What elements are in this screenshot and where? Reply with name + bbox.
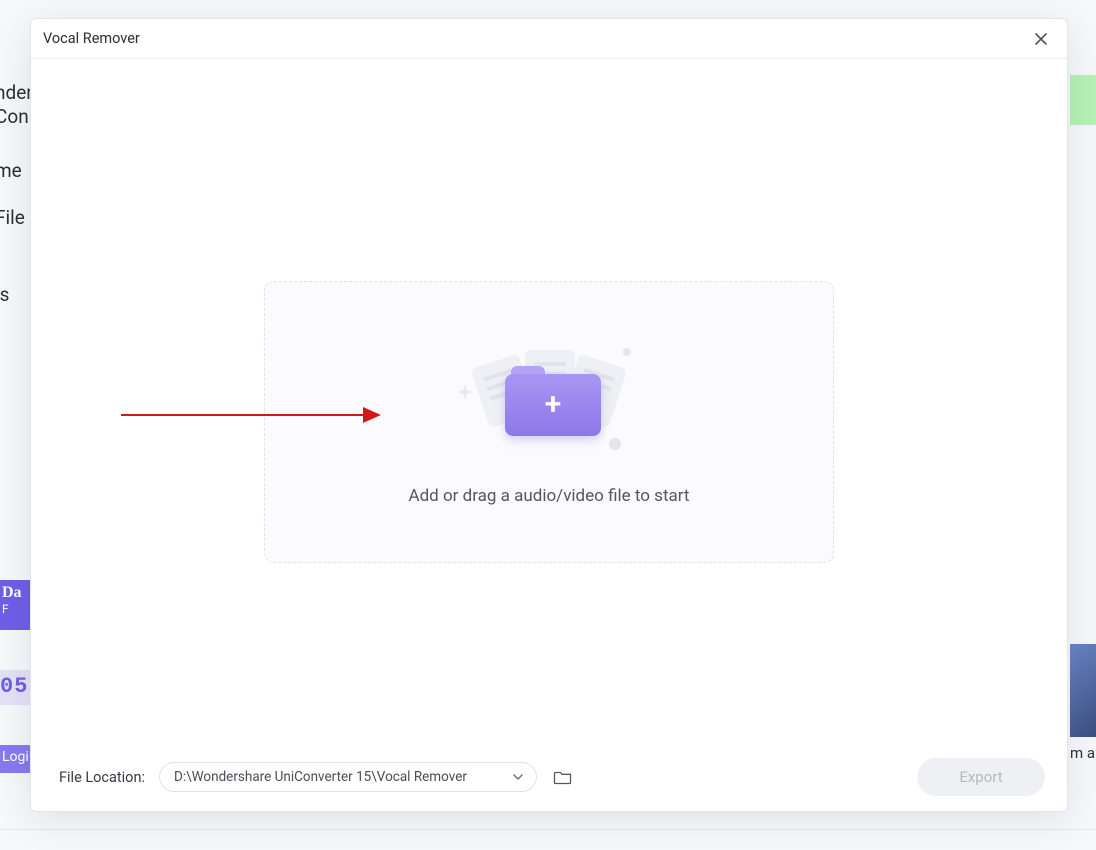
file-location-label: File Location: bbox=[59, 769, 145, 786]
bg-fragment: me bbox=[0, 160, 30, 183]
folder-open-icon bbox=[553, 767, 573, 787]
dot-icon bbox=[609, 438, 621, 450]
bg-right-text: m a bbox=[1070, 744, 1096, 762]
file-location-select[interactable]: D:\Wondershare UniConverter 15\Vocal Rem… bbox=[159, 762, 537, 792]
bg-thumbnail bbox=[1070, 644, 1096, 737]
close-button[interactable] bbox=[1027, 25, 1055, 53]
export-button[interactable]: Export bbox=[917, 758, 1045, 796]
modal-header: Vocal Remover bbox=[31, 19, 1067, 59]
modal-title: Vocal Remover bbox=[43, 30, 140, 47]
dot-icon bbox=[623, 348, 631, 356]
bg-timer: 05 bbox=[0, 670, 30, 705]
add-file-dropzone[interactable]: + Add or drag a audio/video file to star… bbox=[264, 281, 834, 563]
bg-promo-box: Da F bbox=[0, 580, 30, 630]
file-location-path: D:\Wondershare UniConverter 15\Vocal Rem… bbox=[174, 769, 467, 785]
bg-fragment: File bbox=[0, 207, 30, 230]
sparkle-icon bbox=[457, 384, 473, 400]
bg-login: Logi bbox=[0, 745, 30, 773]
bg-fragment: Con bbox=[0, 106, 30, 129]
chevron-down-icon bbox=[512, 771, 524, 783]
bg-green-patch bbox=[1070, 75, 1096, 125]
folder-plus-icon: + bbox=[505, 366, 601, 436]
dropzone-text: Add or drag a audio/video file to start bbox=[409, 486, 690, 506]
browse-folder-button[interactable] bbox=[551, 765, 575, 789]
bg-divider bbox=[0, 829, 1096, 830]
vocal-remover-modal: Vocal Remover bbox=[30, 18, 1068, 812]
bg-promo-line1: Da bbox=[2, 584, 28, 602]
modal-footer: File Location: D:\Wondershare UniConvert… bbox=[31, 743, 1067, 811]
bg-fragment: ls bbox=[0, 284, 30, 307]
bg-fragment: nder bbox=[0, 82, 30, 105]
close-icon bbox=[1033, 31, 1049, 47]
bg-promo-line2: F bbox=[2, 602, 28, 616]
modal-body: + Add or drag a audio/video file to star… bbox=[31, 59, 1067, 743]
dropzone-illustration: + bbox=[469, 338, 629, 448]
